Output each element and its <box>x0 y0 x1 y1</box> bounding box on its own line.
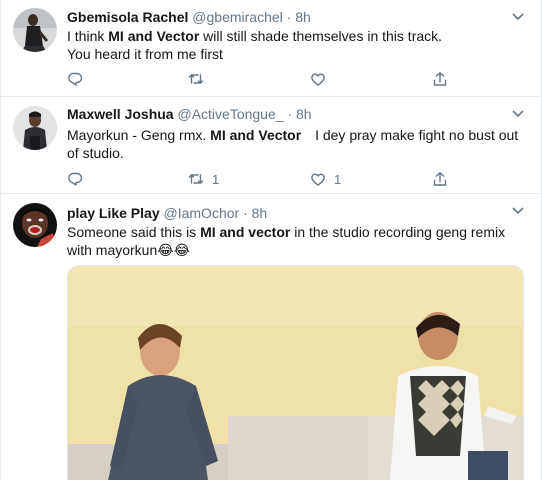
timestamp[interactable]: 8h <box>295 9 311 25</box>
like-button[interactable]: 1 <box>310 170 341 188</box>
highlighted-term: MI and Vector <box>210 127 302 143</box>
timestamp[interactable]: 8h <box>252 205 268 221</box>
tweet[interactable]: Maxwell Joshua @ActiveTongue_ · 8h Mayor… <box>1 97 541 194</box>
chevron-down-icon[interactable] <box>511 109 525 119</box>
retweet-icon <box>188 174 204 184</box>
retweet-button[interactable] <box>188 70 212 88</box>
tweet[interactable]: Gbemisola Rachel @gbemirachel · 8h I thi… <box>1 0 541 97</box>
highlighted-term: MI and Vector <box>108 28 200 44</box>
reply-button[interactable] <box>67 170 91 188</box>
tweet-text: Mayorkun - Geng rmx. MI and Vector I dey… <box>67 126 527 162</box>
text-segment: will still shade themselves in this trac… <box>199 28 443 44</box>
like-count: 1 <box>334 171 342 187</box>
reply-button[interactable] <box>67 70 91 88</box>
chevron-down-icon[interactable] <box>511 12 525 22</box>
display-name[interactable]: Gbemisola Rachel <box>67 9 188 25</box>
timeline: Gbemisola Rachel @gbemirachel · 8h I thi… <box>0 0 542 480</box>
share-icon <box>433 72 447 86</box>
text-segment: You heard it from me first <box>67 46 223 62</box>
tweet-header: play Like Play @IamOchor · 8h <box>67 204 267 222</box>
user-handle[interactable]: @IamOchor <box>164 205 240 221</box>
tweet-header: Maxwell Joshua @ActiveTongue_ · 8h <box>67 105 312 123</box>
avatar[interactable] <box>13 203 57 247</box>
tweet-text: I think MI and Vector will still shade t… <box>67 27 527 63</box>
highlighted-term: MI and vector <box>200 224 291 240</box>
action-bar: 1 1 <box>67 170 467 188</box>
separator-dot: · <box>286 9 292 25</box>
tweet-text: Someone said this is MI and vector in th… <box>67 223 527 259</box>
avatar[interactable] <box>13 106 57 150</box>
like-button[interactable] <box>310 70 334 88</box>
reply-icon <box>68 72 83 86</box>
display-name[interactable]: Maxwell Joshua <box>67 106 174 122</box>
tweet-photo[interactable] <box>67 265 524 480</box>
emoji: 😂😂 <box>157 242 190 258</box>
share-button[interactable] <box>432 170 448 188</box>
share-button[interactable] <box>432 70 448 88</box>
user-handle[interactable]: @ActiveTongue_ <box>177 106 283 122</box>
display-name[interactable]: play Like Play <box>67 205 160 221</box>
tweet-header: Gbemisola Rachel @gbemirachel · 8h <box>67 8 311 26</box>
separator-dot: · <box>243 205 248 221</box>
text-segment: Someone said this is <box>67 224 201 240</box>
retweet-button[interactable]: 1 <box>188 170 219 188</box>
retweet-icon <box>188 74 204 84</box>
avatar[interactable] <box>13 8 57 52</box>
separator-dot: · <box>287 106 293 122</box>
share-icon <box>433 172 447 186</box>
chevron-down-icon[interactable] <box>511 206 525 216</box>
action-bar <box>67 70 467 88</box>
heart-icon <box>311 73 325 86</box>
text-segment: I think <box>67 28 109 44</box>
retweet-count: 1 <box>212 171 220 187</box>
tweet[interactable]: play Like Play @IamOchor · 8h Someone sa… <box>1 194 541 480</box>
text-segment: Mayorkun - Geng rmx. <box>67 127 211 143</box>
timestamp[interactable]: 8h <box>296 106 312 122</box>
reply-icon <box>68 172 83 186</box>
heart-icon <box>311 173 325 186</box>
user-handle[interactable]: @gbemirachel <box>192 9 282 25</box>
